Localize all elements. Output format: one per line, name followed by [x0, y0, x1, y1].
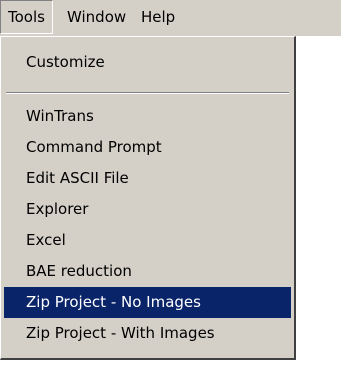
- menu-separator: [6, 92, 289, 94]
- menu-item-bae-reduction[interactable]: BAE reduction: [4, 256, 291, 287]
- menu-item-edit-ascii-file[interactable]: Edit ASCII File: [4, 163, 291, 194]
- tools-dropdown-menu: Customize WinTrans Command Prompt Edit A…: [0, 36, 296, 360]
- menu-item-wintrans[interactable]: WinTrans: [4, 101, 291, 132]
- menu-item-explorer[interactable]: Explorer: [4, 194, 291, 225]
- menu-item-command-prompt[interactable]: Command Prompt: [4, 132, 291, 163]
- menu-item-excel[interactable]: Excel: [4, 225, 291, 256]
- menu-item-customize[interactable]: Customize: [4, 47, 291, 78]
- menu-item-zip-project-no-images[interactable]: Zip Project - No Images: [4, 287, 291, 318]
- menu-window[interactable]: Window: [60, 0, 133, 34]
- menu-item-zip-project-with-images[interactable]: Zip Project - With Images: [4, 318, 291, 349]
- menu-tools[interactable]: Tools: [0, 0, 53, 34]
- menu-help[interactable]: Help: [134, 0, 182, 34]
- menu-bar: Tools Window Help: [0, 0, 341, 36]
